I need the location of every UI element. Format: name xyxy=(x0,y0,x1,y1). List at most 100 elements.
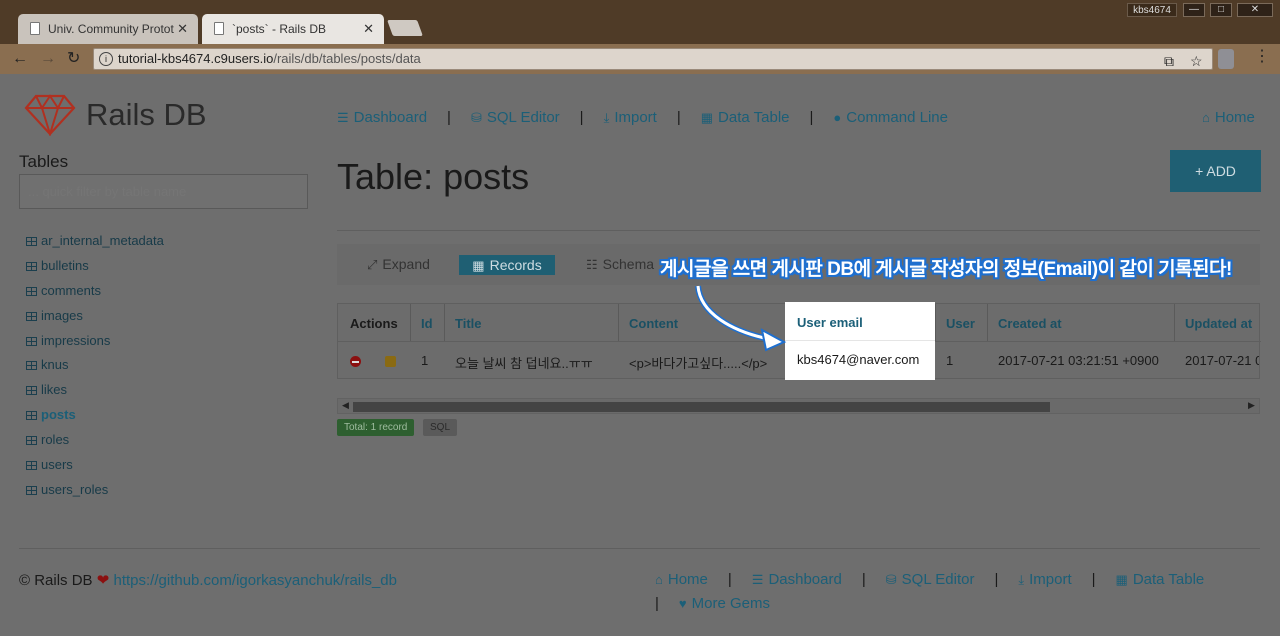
nav-dashboard[interactable]: ☰ Dashboard xyxy=(337,109,427,126)
schema-icon: ☷ xyxy=(586,257,598,272)
column-header-user[interactable]: User xyxy=(946,316,975,331)
tab-records[interactable]: ▦ Records xyxy=(459,255,555,275)
column-divider xyxy=(935,304,936,341)
tab-expand[interactable]: ⤢ Expand xyxy=(367,256,430,273)
table-link-label: users xyxy=(41,457,73,473)
cell-title: 오늘 날씨 참 덥네요..ㅠㅠ xyxy=(455,356,593,371)
table-icon xyxy=(26,485,37,495)
table-link-label: likes xyxy=(41,382,68,398)
cell-id: 1 xyxy=(421,353,429,368)
brand[interactable]: Rails DB xyxy=(24,94,207,136)
nav-separator: | xyxy=(579,109,584,126)
nav-command-line[interactable]: ● Command Line xyxy=(833,109,948,126)
footer-nav-home[interactable]: ⌂ Home xyxy=(655,571,708,588)
translate-icon[interactable]: ⧉ xyxy=(1164,51,1174,71)
table-icon xyxy=(26,461,37,471)
nav-separator: | xyxy=(994,571,999,588)
new-tab-button[interactable] xyxy=(387,20,423,36)
star-icon[interactable]: ☆ xyxy=(1190,51,1203,71)
back-arrow-icon[interactable]: ← xyxy=(12,50,28,68)
nav-label: Dashboard xyxy=(768,571,842,588)
nav-label: Import xyxy=(1029,571,1072,588)
reload-icon[interactable]: ↻ xyxy=(67,50,80,68)
copyright-text: © Rails DB xyxy=(19,572,93,589)
sidebar-item-knus[interactable]: knus xyxy=(26,357,164,382)
nav-sql-editor[interactable]: ⛁ SQL Editor xyxy=(471,109,560,126)
annotation-callout: 게시글을 쓰면 게시판 DB에 게시글 작성자의 정보(Email)이 같이 기… xyxy=(660,259,1232,280)
nav-data-table[interactable]: ▦ Data Table xyxy=(701,109,790,126)
table-list: ar_internal_metadata bulletins comments … xyxy=(19,233,164,507)
cell-created-at: 2017-07-21 03:21:51 +0900 xyxy=(998,353,1159,368)
footer-nav-import[interactable]: ⤓ Import xyxy=(1018,571,1071,588)
add-record-button[interactable]: + ADD xyxy=(1170,150,1261,192)
column-header-created-at[interactable]: Created at xyxy=(998,316,1062,331)
column-header-title[interactable]: Title xyxy=(455,316,482,331)
sidebar-item-comments[interactable]: comments xyxy=(26,283,164,308)
maximize-icon[interactable]: □ xyxy=(1210,3,1232,17)
sidebar-item-likes[interactable]: likes xyxy=(26,382,164,407)
tab-schema[interactable]: ☷ Schema xyxy=(586,256,654,273)
table-icon xyxy=(26,436,37,446)
window-close-icon[interactable]: ✕ xyxy=(1237,3,1273,17)
sidebar-item-roles[interactable]: roles xyxy=(26,432,164,457)
tab-label: Records xyxy=(489,257,542,273)
table-link-label: impressions xyxy=(41,332,111,348)
scroll-right-icon[interactable]: ▶ xyxy=(1248,400,1255,411)
footer-nav-dashboard[interactable]: ☰ Dashboard xyxy=(752,571,842,588)
column-divider xyxy=(987,304,988,341)
extension-icon[interactable] xyxy=(1218,49,1234,69)
github-link[interactable]: https://github.com/igorkasyanchuk/rails_… xyxy=(114,572,397,589)
scroll-left-icon[interactable]: ◀ xyxy=(342,400,349,411)
sidebar-item-images[interactable]: images xyxy=(26,308,164,333)
forward-arrow-icon[interactable]: → xyxy=(40,50,56,68)
table-link-label: bulletins xyxy=(41,257,89,273)
minimize-icon[interactable]: — xyxy=(1183,3,1205,17)
footer-nav-more-gems[interactable]: ♥ More Gems xyxy=(679,595,770,612)
close-icon[interactable]: ✕ xyxy=(363,21,374,37)
footer-credits: © Rails DB ❤ https://github.com/igorkasy… xyxy=(19,571,397,589)
table-filter-input[interactable] xyxy=(19,174,308,209)
sidebar-item-posts[interactable]: posts xyxy=(19,395,164,432)
column-divider xyxy=(444,304,445,341)
sidebar-item-users[interactable]: users xyxy=(26,457,164,482)
scrollbar-thumb[interactable] xyxy=(353,402,1050,412)
close-icon[interactable]: ✕ xyxy=(177,21,188,37)
nav-separator: | xyxy=(676,109,681,126)
info-icon[interactable]: i xyxy=(99,52,113,66)
footer-nav: ⌂ Home | ☰ Dashboard | ⛁ SQL Editor | ⤓ Import | ▦ Da… xyxy=(655,571,1204,588)
footer-nav-sql-editor[interactable]: ⛁ SQL Editor xyxy=(886,571,975,588)
column-header-content[interactable]: Content xyxy=(629,316,678,331)
edit-icon[interactable] xyxy=(385,355,396,370)
nav-home[interactable]: ⌂ Home xyxy=(1202,109,1255,126)
sidebar-item-ar-internal-metadata[interactable]: ar_internal_metadata xyxy=(26,233,164,258)
tab-title: `posts` - Rails DB xyxy=(232,22,327,36)
footer-nav-data-table[interactable]: ▦ Data Table xyxy=(1116,571,1205,588)
horizontal-scrollbar[interactable]: ◀ ▶ xyxy=(337,398,1260,414)
table-link-label: knus xyxy=(41,357,69,373)
list-icon: ☰ xyxy=(751,572,764,587)
nav-separator: | xyxy=(655,595,659,612)
profile-badge[interactable]: kbs4674 xyxy=(1127,3,1177,17)
sql-badge[interactable]: SQL xyxy=(423,419,458,436)
menu-icon[interactable]: ⋮ xyxy=(1254,48,1270,66)
table-icon xyxy=(26,411,37,421)
database-icon: ⛁ xyxy=(470,110,482,125)
footer-nav-row-2: | ♥ More Gems xyxy=(655,595,770,612)
table-icon: ▦ xyxy=(700,110,714,125)
browser-tab-community[interactable]: Univ. Community Protot ✕ xyxy=(18,14,198,44)
column-header-id[interactable]: Id xyxy=(421,316,433,331)
column-header-actions: Actions xyxy=(350,316,398,331)
column-header-user-email[interactable]: User email xyxy=(797,315,863,330)
delete-icon[interactable] xyxy=(350,355,361,370)
nav-import[interactable]: ⤓ Import xyxy=(604,109,657,126)
url-input[interactable]: i tutorial-kbs4674.c9users.io/rails/db/t… xyxy=(93,48,1213,70)
column-header-updated-at[interactable]: Updated at xyxy=(1185,316,1252,331)
heart-icon: ♥ xyxy=(678,596,687,611)
table-icon xyxy=(26,286,37,296)
cell-content: <p>바다가고싶다.....</p> xyxy=(629,356,768,371)
sidebar-item-impressions[interactable]: impressions xyxy=(26,333,164,358)
browser-tab-posts[interactable]: `posts` - Rails DB ✕ xyxy=(202,14,384,44)
database-icon: ⛁ xyxy=(885,572,897,587)
sidebar-item-users-roles[interactable]: users_roles xyxy=(26,482,164,507)
sidebar-item-bulletins[interactable]: bulletins xyxy=(26,258,164,283)
